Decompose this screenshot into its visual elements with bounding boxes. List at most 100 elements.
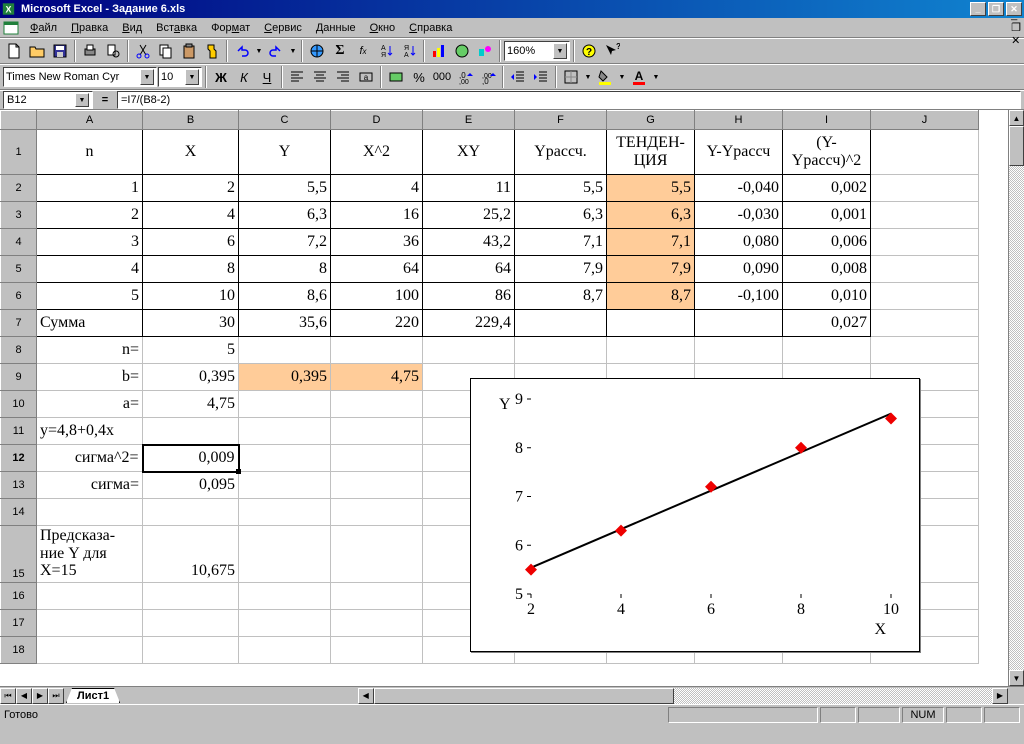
cut-button[interactable] [132, 40, 154, 62]
open-button[interactable] [26, 40, 48, 62]
bold-button[interactable]: Ж [210, 66, 232, 88]
menu-edit[interactable]: Правка [65, 20, 114, 36]
font-combo[interactable]: Times New Roman Cyr▼ [3, 67, 157, 87]
copy-button[interactable] [155, 40, 177, 62]
scroll-up-button[interactable]: ▲ [1009, 110, 1024, 126]
increase-decimal-button[interactable]: ,0,00 [454, 66, 476, 88]
fill-color-button[interactable] [594, 66, 616, 88]
autosum-button[interactable]: Σ [329, 40, 351, 62]
col-header-A[interactable]: A [37, 111, 143, 130]
scroll-right-button[interactable]: ▶ [992, 688, 1008, 704]
mdi-restore-button[interactable]: ❐ [1011, 21, 1021, 34]
menu-format[interactable]: Формат [205, 20, 256, 36]
redo-dropdown[interactable]: ▼ [288, 40, 298, 62]
col-header-D[interactable]: D [331, 111, 423, 130]
status-num: NUM [902, 707, 944, 723]
percent-button[interactable]: % [408, 66, 430, 88]
col-header-F[interactable]: F [515, 111, 607, 130]
col-header-E[interactable]: E [423, 111, 515, 130]
embedded-chart[interactable]: 56789246810YX [470, 378, 920, 652]
fill-color-dropdown[interactable]: ▼ [617, 66, 627, 88]
redo-button[interactable] [265, 40, 287, 62]
col-header-G[interactable]: G [607, 111, 695, 130]
paste-button[interactable] [178, 40, 200, 62]
sheet-tabbar: ⏮ ◀ ▶ ⏭ Лист1 ◀ ▶ [0, 686, 1024, 704]
col-header-B[interactable]: B [143, 111, 239, 130]
borders-dropdown[interactable]: ▼ [583, 66, 593, 88]
sort-desc-button[interactable]: ЯA [398, 40, 420, 62]
print-button[interactable] [79, 40, 101, 62]
horizontal-scrollbar[interactable]: ◀ ▶ [358, 688, 1008, 704]
scroll-left-button[interactable]: ◀ [358, 688, 374, 704]
mdi-minimize-button[interactable]: _ [1011, 9, 1021, 21]
col-header-C[interactable]: C [239, 111, 331, 130]
scroll-down-button[interactable]: ▼ [1009, 670, 1024, 686]
increase-indent-button[interactable] [530, 66, 552, 88]
menu-help[interactable]: Справка [403, 20, 458, 36]
decrease-indent-button[interactable] [507, 66, 529, 88]
font-color-dropdown[interactable]: ▼ [651, 66, 661, 88]
svg-text:X: X [6, 4, 12, 14]
svg-text:X: X [874, 621, 886, 638]
currency-button[interactable] [385, 66, 407, 88]
save-button[interactable] [49, 40, 71, 62]
align-center-button[interactable] [309, 66, 331, 88]
mdi-close-button[interactable]: ✕ [1011, 34, 1021, 47]
zoom-combo[interactable]: 160%▼ [504, 41, 570, 61]
menu-window[interactable]: Окно [364, 20, 402, 36]
menu-tools[interactable]: Сервис [258, 20, 308, 36]
new-button[interactable] [3, 40, 25, 62]
fontsize-combo[interactable]: 10▼ [158, 67, 202, 87]
row-header-4[interactable]: 4 [1, 229, 37, 256]
row-header-1[interactable]: 1 [1, 130, 37, 175]
tab-prev-button[interactable]: ◀ [16, 688, 32, 704]
undo-dropdown[interactable]: ▼ [254, 40, 264, 62]
svg-text:,0: ,0 [482, 77, 489, 85]
row-header-5[interactable]: 5 [1, 256, 37, 283]
print-preview-button[interactable] [102, 40, 124, 62]
sheet-tab[interactable]: Лист1 [66, 688, 120, 703]
comma-button[interactable]: 000 [431, 66, 453, 88]
tab-next-button[interactable]: ▶ [32, 688, 48, 704]
status-ext [820, 707, 856, 723]
align-right-button[interactable] [332, 66, 354, 88]
menu-view[interactable]: Вид [116, 20, 148, 36]
tab-first-button[interactable]: ⏮ [0, 688, 16, 704]
minimize-button[interactable]: _ [970, 2, 986, 16]
hyperlink-button[interactable] [306, 40, 328, 62]
col-header-J[interactable]: J [871, 111, 979, 130]
decrease-decimal-button[interactable]: ,00,0 [477, 66, 499, 88]
vertical-scrollbar[interactable]: ▲ ▼ [1008, 110, 1024, 686]
undo-button[interactable] [231, 40, 253, 62]
row-header-2[interactable]: 2 [1, 175, 37, 202]
borders-button[interactable] [560, 66, 582, 88]
sort-asc-button[interactable]: AЯ [375, 40, 397, 62]
map-button[interactable] [451, 40, 473, 62]
statusbar: Готово NUM [0, 704, 1024, 724]
format-painter-button[interactable] [201, 40, 223, 62]
col-header-I[interactable]: I [783, 111, 871, 130]
chart-wizard-button[interactable] [428, 40, 450, 62]
align-left-button[interactable] [286, 66, 308, 88]
row-header-7[interactable]: 7 [1, 310, 37, 337]
font-color-button[interactable]: A [628, 66, 650, 88]
row-header-6[interactable]: 6 [1, 283, 37, 310]
underline-button[interactable]: Ч [256, 66, 278, 88]
row-header-3[interactable]: 3 [1, 202, 37, 229]
menu-insert[interactable]: Вставка [150, 20, 203, 36]
whatsthis-button[interactable]: ? [601, 40, 623, 62]
formula-input[interactable]: =I7/(B8-2) [117, 91, 1021, 109]
tab-last-button[interactable]: ⏭ [48, 688, 64, 704]
horizontal-scroll-thumb[interactable] [374, 688, 674, 704]
col-header-H[interactable]: H [695, 111, 783, 130]
vertical-scroll-thumb[interactable] [1009, 126, 1024, 166]
merge-center-button[interactable]: a [355, 66, 377, 88]
maximize-button[interactable]: ❐ [988, 2, 1004, 16]
name-box[interactable]: B12▼ [3, 91, 93, 109]
function-button[interactable]: fx [352, 40, 374, 62]
italic-button[interactable]: К [233, 66, 255, 88]
menu-file[interactable]: Файл [24, 20, 63, 36]
drawing-button[interactable] [474, 40, 496, 62]
help-button[interactable]: ? [578, 40, 600, 62]
menu-data[interactable]: Данные [310, 20, 362, 36]
